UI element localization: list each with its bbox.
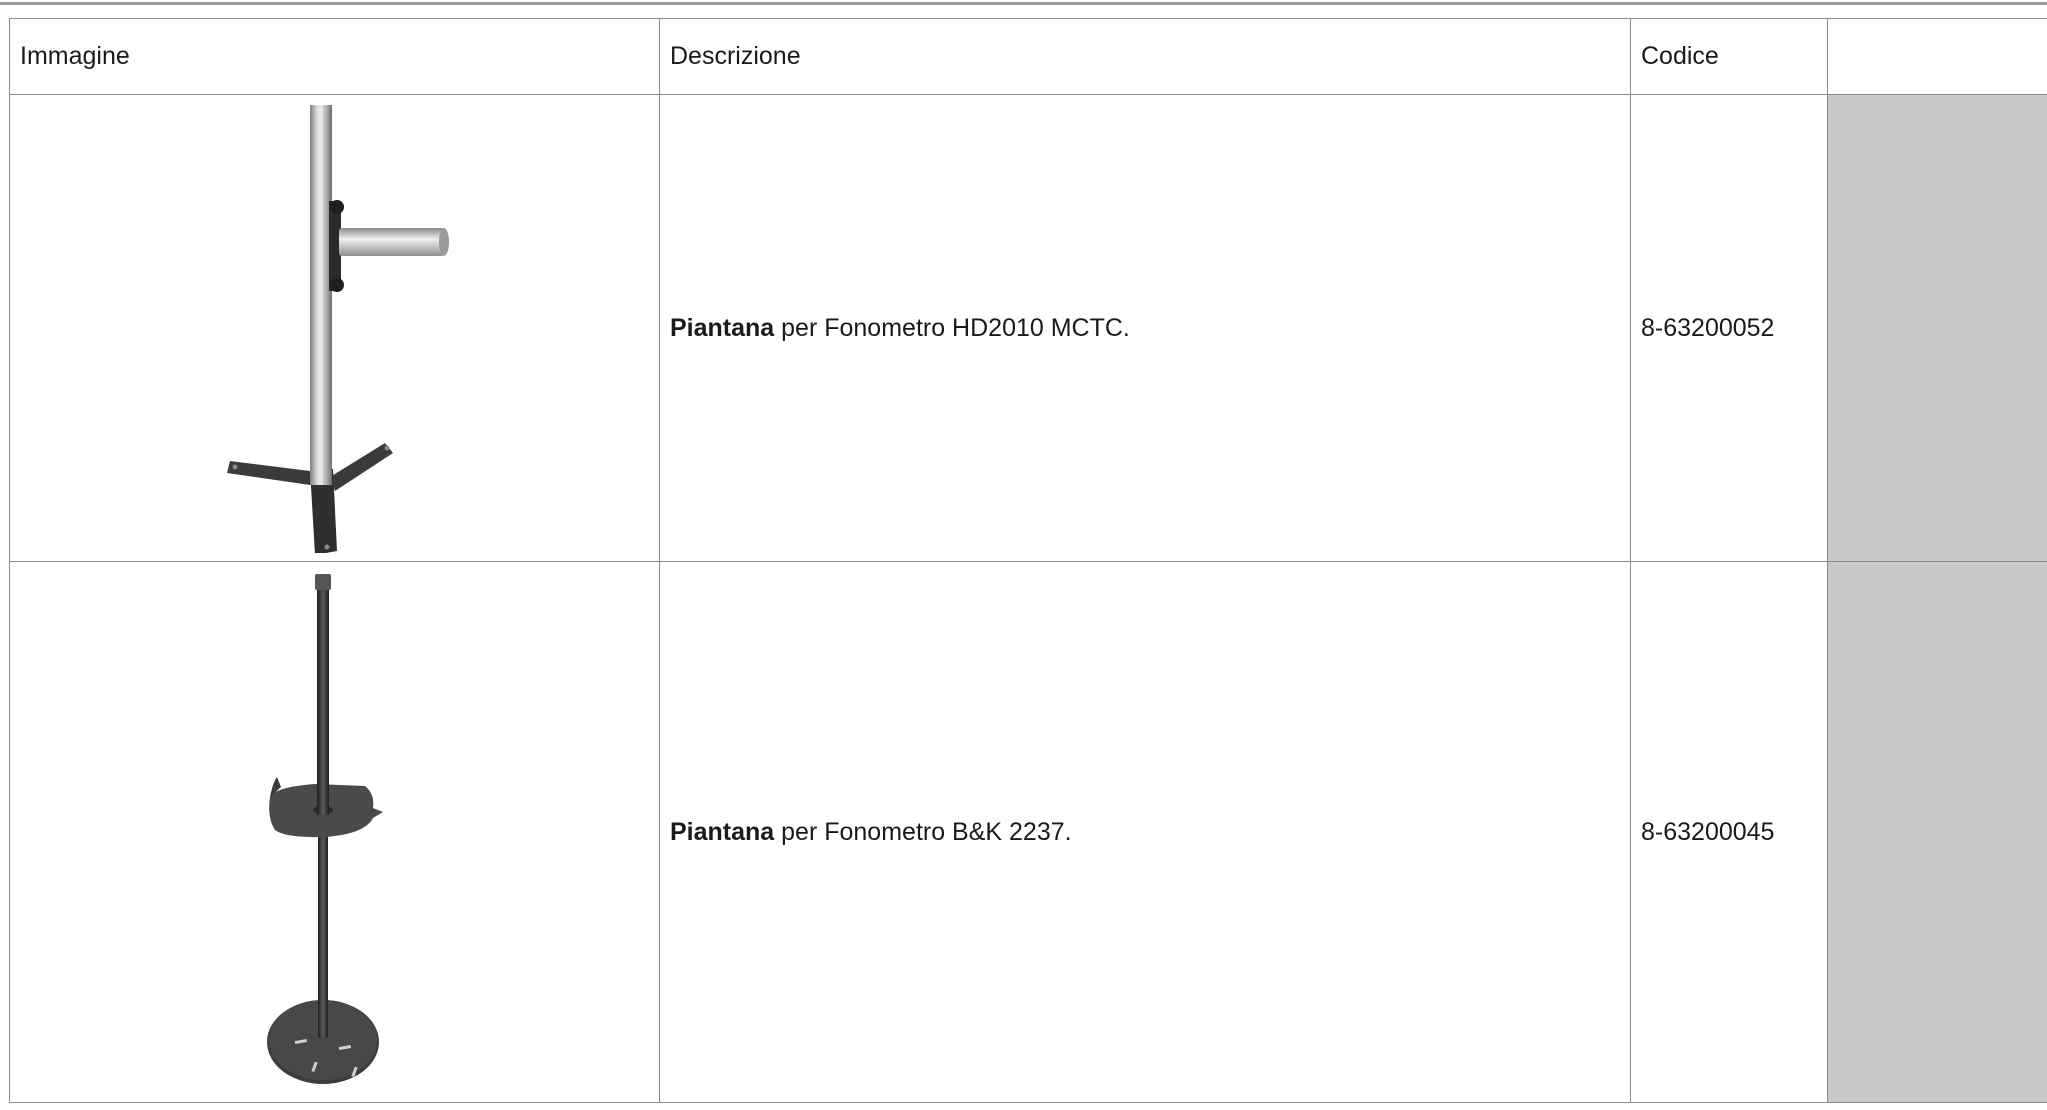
product-description: Piantana per Fonometro B&K 2237. [659, 561, 1631, 1103]
product-code: 8-63200052 [1630, 94, 1828, 562]
header-code: Codice [1630, 18, 1828, 95]
product-detail: per Fonometro B&K 2237. [774, 817, 1072, 846]
product-name: Piantana [670, 313, 775, 342]
top-divider [0, 2, 2047, 5]
header-image: Immagine [9, 18, 660, 95]
aluminium-stand-tripod-base-icon [226, 105, 449, 553]
header-extra [1827, 18, 2047, 95]
product-image-cell [9, 94, 660, 562]
extra-cell [1827, 94, 2047, 562]
product-code: 8-63200045 [1630, 561, 1828, 1103]
table-row: Piantana per Fonometro B&K 2237. 8-63200… [9, 561, 2047, 1103]
table-row: Piantana per Fonometro HD2010 MCTC. 8-63… [9, 94, 2047, 562]
product-table: Immagine Descrizione Codice Piantana per… [9, 18, 2047, 1103]
product-image-cell [9, 561, 660, 1103]
product-description: Piantana per Fonometro HD2010 MCTC. [659, 94, 1631, 562]
extra-cell [1827, 561, 2047, 1103]
product-detail: per Fonometro HD2010 MCTC. [774, 313, 1130, 342]
header-description: Descrizione [659, 18, 1631, 95]
dark-stand-with-tray-icon [266, 574, 383, 1084]
table-header-row: Immagine Descrizione Codice [9, 18, 2047, 95]
product-name: Piantana [670, 817, 775, 846]
